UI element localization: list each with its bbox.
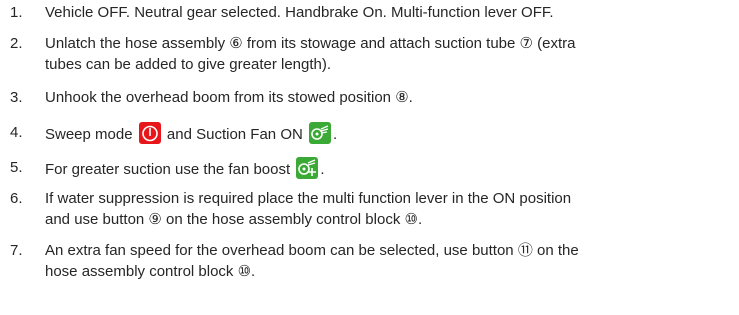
step-text-part: . xyxy=(320,161,325,178)
step-number: 7. xyxy=(10,242,23,259)
step-text-line: Unlatch the hose assembly ⑥ from its sto… xyxy=(45,35,576,52)
step-text: Sweep mode and Suction Fan ON . xyxy=(45,122,733,145)
step-text-line: An extra fan speed for the overhead boom… xyxy=(45,242,579,259)
instruction-list: 1. Vehicle OFF. Neutral gear selected. H… xyxy=(0,0,739,315)
step-number: 5. xyxy=(10,159,23,176)
step-text-part: . xyxy=(333,126,338,143)
step-text: Vehicle OFF. Neutral gear selected. Hand… xyxy=(45,4,554,21)
step-text-line: hose assembly control block ⑩. xyxy=(45,263,256,280)
step-text-line: tubes can be added to give greater lengt… xyxy=(45,56,332,73)
step-text: Unlatch the hose assembly ⑥ from its sto… xyxy=(45,33,733,75)
step-text-part: and Suction Fan ON xyxy=(166,126,303,143)
step-text: An extra fan speed for the overhead boom… xyxy=(45,240,733,282)
step-text-part: Sweep mode xyxy=(45,126,133,143)
step-text-part: For greater suction use the fan boost xyxy=(45,161,291,178)
power-icon xyxy=(138,122,161,144)
step-number: 3. xyxy=(10,89,23,106)
step-text: If water suppression is required place t… xyxy=(45,188,733,230)
step-number: 1. xyxy=(10,4,23,21)
step-number: 2. xyxy=(10,35,23,52)
step-text-line: If water suppression is required place t… xyxy=(45,190,572,207)
fan-icon xyxy=(309,122,331,144)
step-text-line: and use button ⑨ on the hose assembly co… xyxy=(45,211,423,228)
fan-boost-icon xyxy=(296,157,319,179)
step-number: 4. xyxy=(10,124,23,141)
step-text: Unhook the overhead boom from its stowed… xyxy=(45,89,413,106)
step-number: 6. xyxy=(10,190,23,207)
step-text: For greater suction use the fan boost . xyxy=(45,157,733,180)
